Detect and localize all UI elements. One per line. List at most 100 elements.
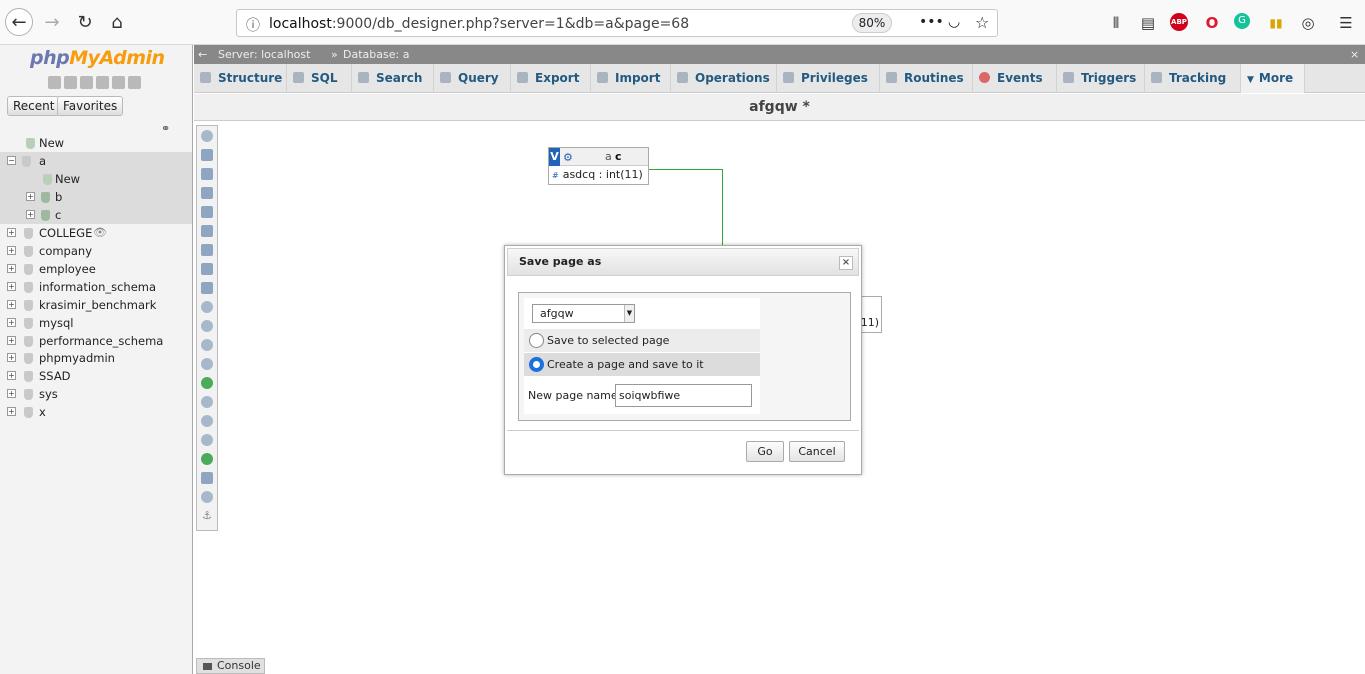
home-icon[interactable] bbox=[48, 76, 61, 89]
database-link[interactable]: Database: a bbox=[343, 45, 409, 64]
chevron-down-icon[interactable]: ▼ bbox=[624, 305, 634, 322]
radio-save-selected[interactable]: Save to selected page bbox=[524, 329, 760, 352]
tree-item-college[interactable]: + COLLEGE 👁 bbox=[0, 224, 192, 242]
url-bar[interactable]: ⓘ localhost:9000/db_designer.php?server=… bbox=[236, 9, 998, 37]
eye-icon[interactable]: 👁 bbox=[93, 224, 107, 242]
tree-item-employee[interactable]: + employee bbox=[0, 260, 192, 278]
help-icon[interactable] bbox=[201, 358, 213, 370]
designer-table[interactable]: V ⚙ a c # asdcq : int(11) bbox=[548, 147, 649, 185]
server-link[interactable]: Server: localhost bbox=[218, 45, 310, 64]
choose-display-field-icon[interactable] bbox=[201, 320, 213, 332]
small-big-icon[interactable] bbox=[201, 415, 213, 427]
opera-icon[interactable]: O bbox=[1202, 13, 1222, 33]
account-icon[interactable]: ◎ bbox=[1298, 13, 1318, 33]
edit-page-icon[interactable] bbox=[201, 206, 213, 218]
sidebar-icon[interactable]: ▤ bbox=[1138, 13, 1158, 33]
home-icon[interactable]: ⌂ bbox=[103, 8, 131, 36]
page-select[interactable]: afgqw ▼ bbox=[532, 304, 635, 323]
tab-tracking[interactable]: Tracking bbox=[1145, 64, 1241, 93]
reload-icon[interactable] bbox=[201, 339, 213, 351]
tab-triggers[interactable]: Triggers bbox=[1057, 64, 1145, 93]
tab-sql[interactable]: SQL bbox=[287, 64, 352, 93]
new-page-name-input[interactable]: soiqwbfiwe bbox=[615, 384, 752, 407]
library-icon[interactable]: ⫴ bbox=[1106, 13, 1126, 33]
phpmyadmin-logo[interactable]: phpMyAdmin bbox=[30, 47, 165, 69]
new-page-icon[interactable] bbox=[201, 187, 213, 199]
docs-icon[interactable] bbox=[96, 76, 109, 89]
adblock-icon[interactable]: ABP bbox=[1170, 13, 1188, 31]
tab-more[interactable]: ▼ More bbox=[1241, 64, 1305, 93]
fullscreen-icon[interactable] bbox=[201, 149, 213, 161]
tree-item-phpmyadmin[interactable]: + phpmyadmin bbox=[0, 349, 192, 367]
recent-tab[interactable]: Recent bbox=[7, 96, 61, 116]
console-toggle[interactable]: Console bbox=[196, 658, 265, 674]
tab-query[interactable]: Query bbox=[434, 64, 511, 93]
anchor-icon[interactable]: ⚓ bbox=[201, 510, 213, 522]
table-list-icon[interactable] bbox=[201, 282, 213, 294]
close-icon[interactable]: × bbox=[839, 256, 853, 270]
radio-button-selected[interactable] bbox=[529, 357, 544, 372]
toggle-columns-button[interactable]: V bbox=[549, 148, 560, 166]
delete-page-icon[interactable] bbox=[201, 263, 213, 275]
reload-icon[interactable] bbox=[128, 76, 141, 89]
tree-item-ssad[interactable]: + SSAD bbox=[0, 367, 192, 385]
gear-icon[interactable]: ⚙ bbox=[563, 151, 573, 164]
back-icon[interactable]: ← bbox=[5, 8, 33, 36]
more-icon[interactable]: ••• bbox=[919, 14, 944, 30]
info-icon[interactable]: ⓘ bbox=[246, 15, 260, 35]
tab-structure[interactable]: Structure bbox=[194, 64, 287, 93]
snap-to-grid-icon[interactable] bbox=[201, 396, 213, 408]
tree-item-mysql[interactable]: + mysql bbox=[0, 314, 192, 332]
export-schema-icon[interactable] bbox=[201, 472, 213, 484]
tree-item-sys[interactable]: + sys bbox=[0, 385, 192, 403]
toggle-menu-icon[interactable] bbox=[201, 130, 213, 142]
zoom-level[interactable]: 80% bbox=[852, 13, 892, 33]
tree-item-information-schema[interactable]: + information_schema bbox=[0, 278, 192, 296]
relation-lines-icon[interactable] bbox=[201, 453, 213, 465]
table-header[interactable]: V ⚙ a c bbox=[549, 148, 648, 166]
tab-export[interactable]: Export bbox=[511, 64, 591, 93]
toggle-small-big-icon[interactable] bbox=[201, 434, 213, 446]
create-relation-icon[interactable] bbox=[201, 301, 213, 313]
navigation-panel: phpMyAdmin Recent Favorites ⚭ New − a Ne… bbox=[0, 45, 193, 674]
go-button[interactable]: Go bbox=[746, 441, 784, 462]
grammarly-icon[interactable]: G bbox=[1234, 13, 1250, 29]
add-tables-icon[interactable] bbox=[201, 168, 213, 180]
help-icon[interactable] bbox=[80, 76, 93, 89]
save-as-icon[interactable] bbox=[201, 244, 213, 256]
tree-item-table-b[interactable]: + b bbox=[0, 188, 192, 206]
tab-import[interactable]: Import bbox=[591, 64, 671, 93]
tree-item-table-c[interactable]: + c bbox=[0, 206, 192, 224]
tree-item-x[interactable]: + x bbox=[0, 403, 192, 421]
radio-button[interactable] bbox=[529, 333, 544, 348]
close-icon[interactable]: × bbox=[1350, 45, 1359, 64]
settings-icon[interactable] bbox=[112, 76, 125, 89]
dialog-fieldset: afgqw ▼ Save to selected page Create a p… bbox=[518, 292, 851, 421]
tree-item-performance-schema[interactable]: + performance_schema bbox=[0, 332, 192, 350]
reload-icon[interactable]: ↻ bbox=[71, 8, 99, 36]
menu-icon[interactable]: ☰ bbox=[1336, 13, 1356, 33]
table-column[interactable]: # asdcq : int(11) bbox=[552, 168, 643, 181]
radio-create-page[interactable]: Create a page and save to it bbox=[524, 353, 760, 376]
exit-icon[interactable] bbox=[64, 76, 77, 89]
tab-search[interactable]: Search bbox=[352, 64, 434, 93]
star-icon[interactable]: ☆ bbox=[975, 13, 989, 32]
tab-events[interactable]: Events bbox=[973, 64, 1057, 93]
tree-item-company[interactable]: + company bbox=[0, 242, 192, 260]
favorites-tab[interactable]: Favorites bbox=[57, 96, 124, 116]
tree-item-new-table[interactable]: New bbox=[0, 170, 192, 188]
collapse-icon[interactable] bbox=[201, 491, 213, 503]
collapse-icon[interactable]: ← bbox=[198, 45, 207, 64]
tree-item-krasimir-benchmark[interactable]: + krasimir_benchmark bbox=[0, 296, 192, 314]
angular-links-icon[interactable] bbox=[201, 377, 213, 389]
forward-icon[interactable]: → bbox=[38, 8, 66, 36]
tree-item-database-a[interactable]: − a bbox=[0, 152, 192, 170]
pocket-icon[interactable]: ◡ bbox=[948, 14, 960, 30]
tab-operations[interactable]: Operations bbox=[671, 64, 777, 93]
extension-icon[interactable]: ▮▮ bbox=[1266, 13, 1286, 33]
cancel-button[interactable]: Cancel bbox=[789, 441, 845, 462]
tab-privileges[interactable]: Privileges bbox=[777, 64, 880, 93]
save-icon[interactable] bbox=[201, 225, 213, 237]
tree-item-new[interactable]: New bbox=[0, 134, 192, 152]
tab-routines[interactable]: Routines bbox=[880, 64, 973, 93]
